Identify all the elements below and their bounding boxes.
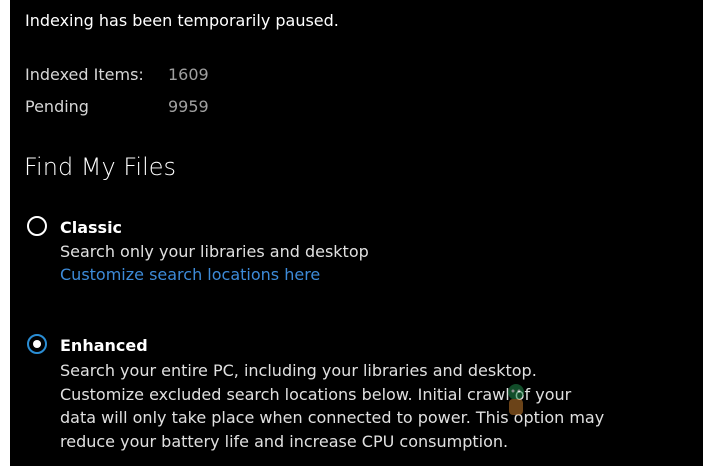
customize-search-locations-link[interactable]: Customize search locations here <box>60 264 320 286</box>
classic-radio-button[interactable] <box>27 216 47 236</box>
radio-selected-dot <box>33 340 41 348</box>
pending-value: 9959 <box>168 97 209 116</box>
find-my-files-heading: Find My Files <box>24 153 177 181</box>
indexed-items-label: Indexed Items: <box>25 65 144 84</box>
pending-label: Pending <box>25 97 89 116</box>
watermark-logo-icon <box>508 384 524 415</box>
enhanced-description-line: Search your entire PC, including your li… <box>60 361 537 380</box>
indexing-status-text: Indexing has been temporarily paused. <box>25 11 339 30</box>
classic-description-line: Search only your libraries and desktop <box>60 242 369 261</box>
indexed-items-value: 1609 <box>168 65 209 84</box>
classic-option-description: Search only your libraries and desktop <box>60 240 369 264</box>
enhanced-option-label[interactable]: Enhanced <box>60 335 148 357</box>
enhanced-description-line: reduce your battery life and increase CP… <box>60 431 509 451</box>
classic-option-label[interactable]: Classic <box>60 217 122 239</box>
search-settings-panel: Indexing has been temporarily paused. In… <box>10 0 703 466</box>
enhanced-radio-button[interactable] <box>27 334 47 354</box>
